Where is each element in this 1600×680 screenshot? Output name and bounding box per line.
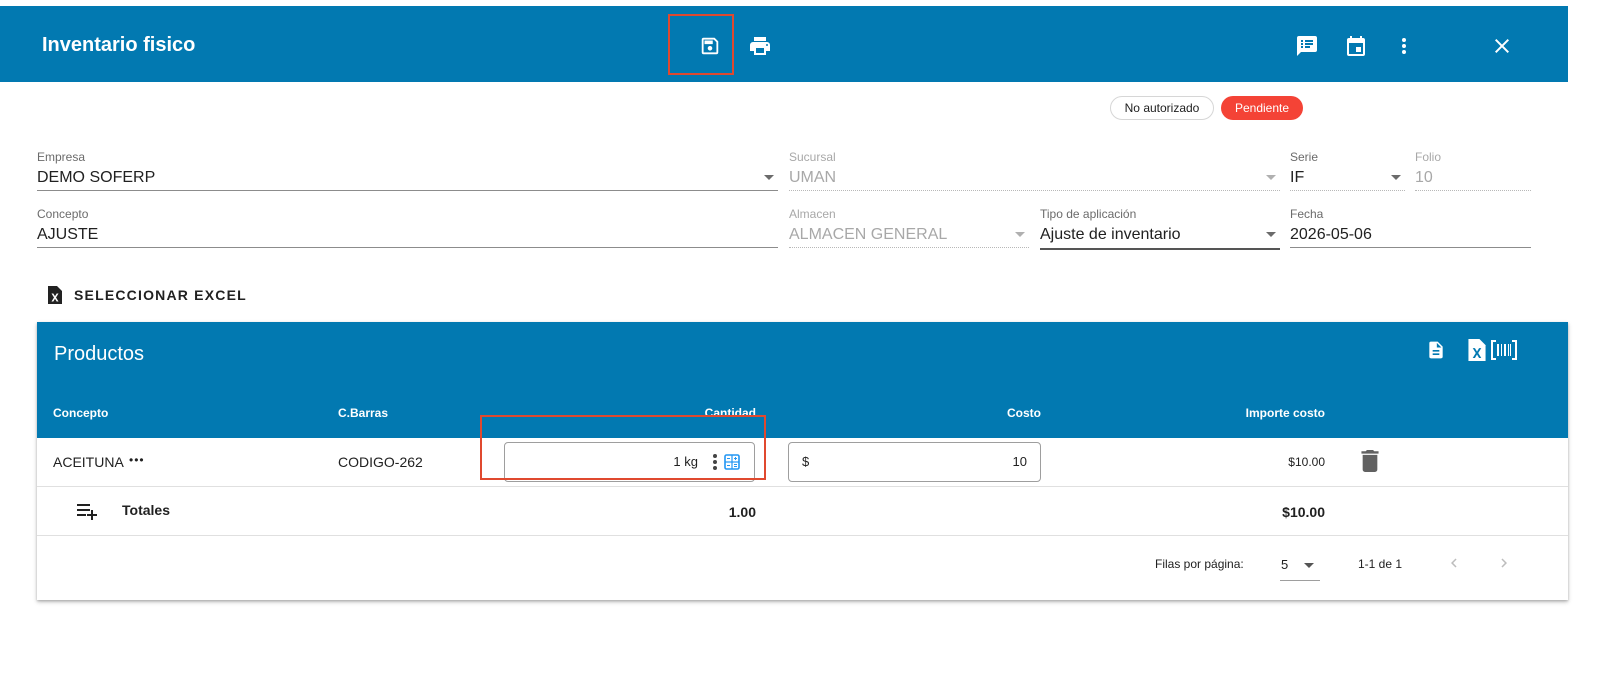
almacen-value: ALMACEN GENERAL xyxy=(789,226,948,243)
chevron-left-icon xyxy=(1451,558,1457,568)
chevron-down-icon xyxy=(764,175,774,180)
chevron-down-icon xyxy=(1266,232,1276,237)
table-row: ACEITUNA ••• CODIGO-262 1 kg $ 10 $10.00 xyxy=(37,438,1568,486)
sucursal-value: UMAN xyxy=(789,169,837,186)
excel-file-icon xyxy=(48,286,62,304)
add-row-button[interactable] xyxy=(77,502,99,525)
totals-importe: $10.00 xyxy=(1282,504,1325,520)
chevron-down-icon xyxy=(1266,175,1276,180)
excel-button[interactable] xyxy=(1463,336,1491,364)
field-underline xyxy=(37,190,778,191)
comments-button[interactable] xyxy=(1293,32,1321,60)
app-bar: Inventario fisico xyxy=(0,6,1568,82)
page-range: 1-1 de 1 xyxy=(1358,557,1403,571)
tipo-aplicacion-select[interactable]: Tipo de aplicación Ajuste de inventario xyxy=(1040,207,1280,250)
rows-per-page-label: Filas por página: xyxy=(1155,557,1244,571)
delete-row-button[interactable] xyxy=(1361,450,1379,477)
close-icon xyxy=(1495,39,1509,53)
products-card: Productos Concepto C.Barras Cantidad Cos… xyxy=(37,322,1568,600)
field-underline xyxy=(1290,247,1531,248)
print-icon xyxy=(750,37,770,55)
fecha-field[interactable]: Fecha 2026-05-06 xyxy=(1290,207,1531,248)
document-icon xyxy=(1429,341,1443,359)
select-excel-button[interactable]: SELECCIONAR EXCEL xyxy=(48,284,247,306)
authorization-chip: No autorizado xyxy=(1110,96,1214,120)
concepto-label: Concepto xyxy=(37,207,89,221)
field-underline xyxy=(37,247,778,248)
column-header-costo[interactable]: Costo xyxy=(941,406,1041,420)
sucursal-select: Sucursal UMAN xyxy=(789,150,1280,191)
folio-label: Folio xyxy=(1415,150,1442,164)
products-title: Productos xyxy=(54,343,145,365)
next-page-button[interactable] xyxy=(1495,554,1513,577)
row-more-button[interactable]: ••• xyxy=(129,453,145,467)
almacen-label: Almacen xyxy=(789,207,836,221)
more-vert-icon xyxy=(1402,38,1406,54)
previous-page-button[interactable] xyxy=(1445,554,1463,577)
folio-value: 10 xyxy=(1415,169,1433,186)
serie-select[interactable]: Serie IF xyxy=(1290,150,1405,191)
document-button[interactable] xyxy=(1422,336,1450,364)
tipo-aplicacion-value: Ajuste de inventario xyxy=(1040,226,1181,243)
column-header-importe[interactable]: Importe costo xyxy=(1175,406,1325,420)
empresa-value: DEMO SOFERP xyxy=(37,169,156,186)
chevron-right-icon xyxy=(1501,558,1507,568)
more-options-button[interactable] xyxy=(1390,32,1418,60)
tipo-aplicacion-label: Tipo de aplicación xyxy=(1040,207,1137,221)
cost-value: 10 xyxy=(1012,454,1027,469)
page-title: Inventario fisico xyxy=(42,34,196,56)
close-button[interactable] xyxy=(1488,32,1516,60)
concepto-field[interactable]: Concepto AJUSTE xyxy=(37,207,778,248)
field-underline xyxy=(1040,248,1280,250)
comment-icon xyxy=(1297,36,1317,56)
quantity-highlight xyxy=(480,415,766,480)
almacen-select: Almacen ALMACEN GENERAL xyxy=(789,207,1029,248)
empresa-label: Empresa xyxy=(37,150,86,164)
concepto-value: AJUSTE xyxy=(37,226,99,243)
row-barras: CODIGO-262 xyxy=(338,454,423,470)
barcode-button[interactable] xyxy=(1489,336,1519,364)
row-concepto: ACEITUNA xyxy=(53,454,124,470)
excel-icon xyxy=(1468,339,1486,361)
column-header-concepto[interactable]: Concepto xyxy=(53,406,108,420)
fecha-label: Fecha xyxy=(1290,207,1324,221)
select-excel-label: SELECCIONAR EXCEL xyxy=(74,287,247,303)
field-underline xyxy=(789,190,1280,191)
rows-per-page-value: 5 xyxy=(1281,557,1289,572)
chevron-down-icon xyxy=(1391,175,1401,180)
field-underline xyxy=(1415,190,1531,191)
status-badge: Pendiente xyxy=(1221,96,1303,120)
empresa-select[interactable]: Empresa DEMO SOFERP xyxy=(37,150,778,191)
row-importe: $10.00 xyxy=(1288,455,1325,469)
calendar-icon xyxy=(1347,36,1365,56)
column-header-barras[interactable]: C.Barras xyxy=(338,406,388,420)
totals-cantidad: 1.00 xyxy=(728,504,756,520)
totals-label: Totales xyxy=(122,502,170,518)
barcode-icon xyxy=(1491,340,1517,360)
folio-field: Folio 10 xyxy=(1415,150,1531,191)
serie-value: IF xyxy=(1290,169,1305,186)
chevron-down-icon xyxy=(1015,232,1025,237)
fecha-value: 2026-05-06 xyxy=(1290,226,1372,243)
totals-row: Totales 1.00 $10.00 xyxy=(37,487,1568,535)
sucursal-label: Sucursal xyxy=(789,150,836,164)
print-button[interactable] xyxy=(746,32,774,60)
field-underline xyxy=(1290,190,1405,191)
chevron-down-icon xyxy=(1304,563,1314,568)
pagination-bar: Filas por página: 5 1-1 de 1 xyxy=(37,536,1568,600)
trash-icon xyxy=(1361,450,1379,472)
serie-label: Serie xyxy=(1290,150,1319,164)
save-highlight xyxy=(668,14,734,75)
cost-input[interactable]: $ 10 xyxy=(788,442,1041,482)
calendar-button[interactable] xyxy=(1342,32,1370,60)
playlist-add-icon xyxy=(77,504,97,520)
field-underline xyxy=(789,247,1029,248)
cost-prefix: $ xyxy=(802,454,810,469)
rows-per-page-select[interactable]: 5 xyxy=(1280,550,1320,581)
products-header: Productos Concepto C.Barras Cantidad Cos… xyxy=(37,322,1568,438)
